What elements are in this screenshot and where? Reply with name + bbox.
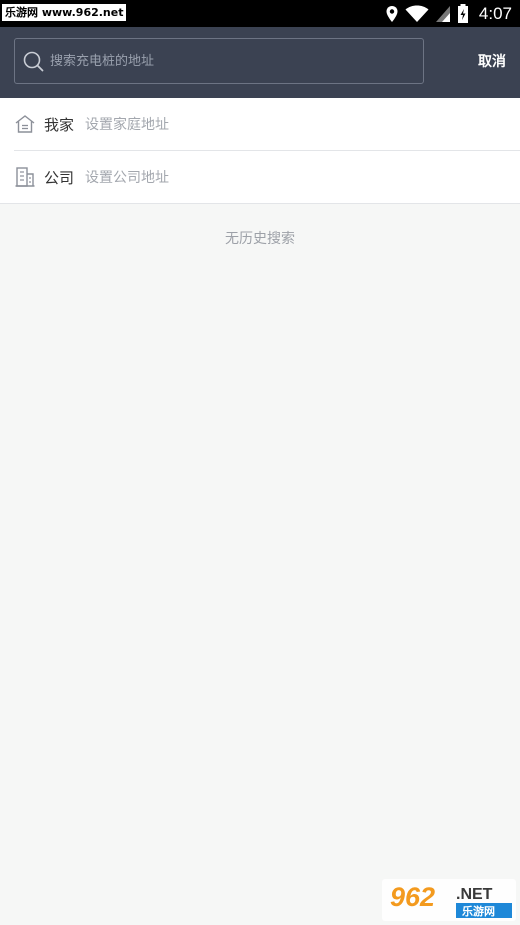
shortcut-hint: 设置家庭地址 <box>85 117 170 133</box>
signal-icon <box>435 5 451 23</box>
battery-icon <box>457 3 469 24</box>
watermark-label: 乐游网 www.962.net <box>2 4 127 21</box>
shortcut-home[interactable]: 我家 设置家庭地址 <box>0 98 520 150</box>
shortcut-company[interactable]: 公司 设置公司地址 <box>14 150 520 203</box>
building-icon <box>14 166 36 188</box>
search-input[interactable] <box>48 52 412 70</box>
search-box[interactable] <box>14 38 424 84</box>
search-header: 取消 <box>0 27 520 98</box>
shortcut-list: 我家 设置家庭地址 公司 设置公司地址 <box>0 98 520 204</box>
cancel-button[interactable]: 取消 <box>478 51 506 71</box>
empty-history-text: 无历史搜索 <box>225 231 295 247</box>
status-time: 4:07 <box>478 3 512 23</box>
watermark-cn: 乐游网 <box>462 904 495 918</box>
location-icon <box>385 5 399 23</box>
watermark-number: 962 <box>390 882 435 912</box>
status-bar: 乐游网 www.962.net 4:07 <box>0 0 520 27</box>
shortcut-hint: 设置公司地址 <box>85 170 170 186</box>
watermark-suffix: .NET <box>456 886 493 903</box>
status-icons: 4:07 <box>385 0 512 27</box>
search-icon <box>22 50 44 72</box>
home-icon <box>14 113 36 135</box>
wifi-icon <box>405 5 429 23</box>
shortcut-label: 我家 <box>44 115 75 134</box>
watermark-logo: 962 .NET 乐游网 <box>382 879 516 921</box>
shortcut-label: 公司 <box>44 168 75 187</box>
